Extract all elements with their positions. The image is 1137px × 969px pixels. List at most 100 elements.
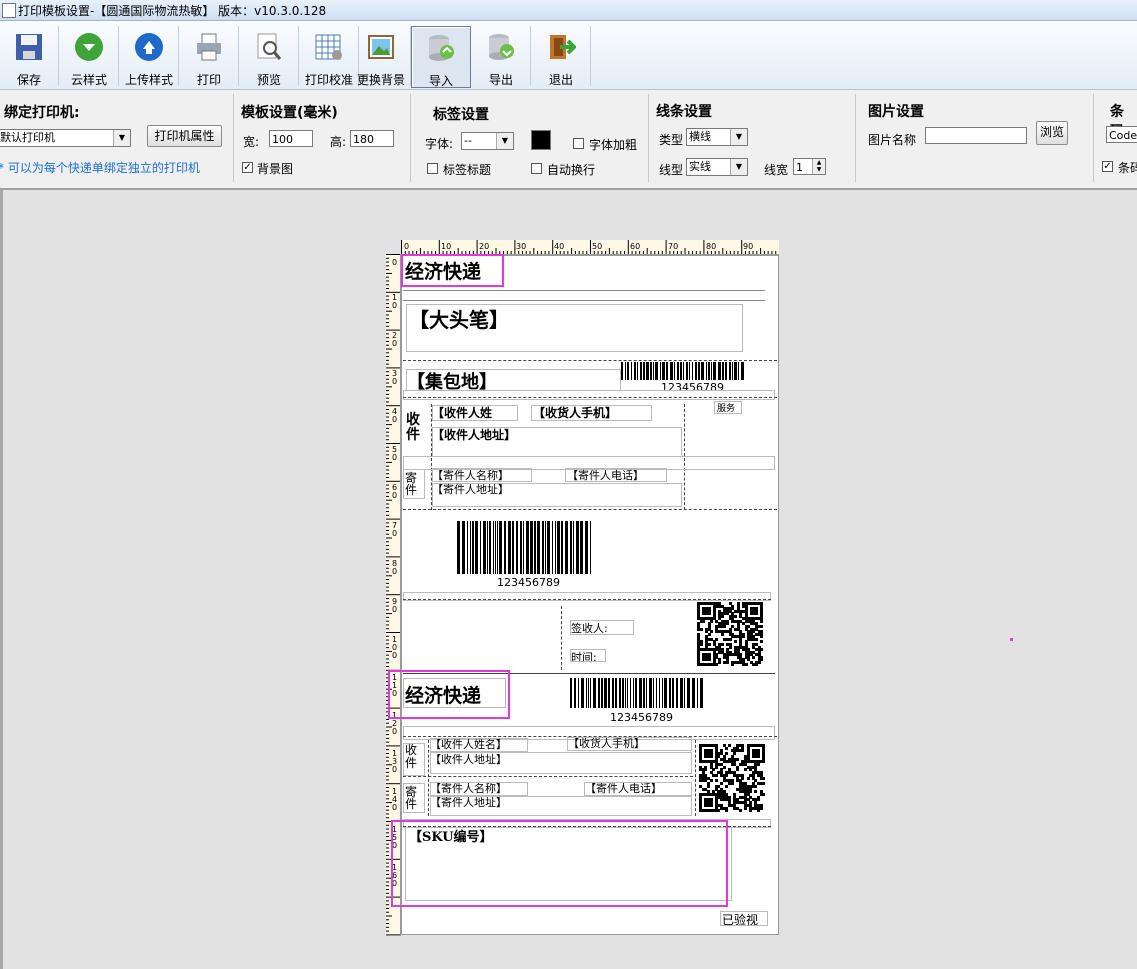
browse-button[interactable]: 浏览 bbox=[1036, 121, 1068, 145]
qr-module bbox=[752, 655, 756, 659]
field-box bbox=[403, 783, 425, 813]
line-type-select[interactable]: 横线 ▼ bbox=[686, 128, 748, 146]
ruler-tick-label: 4 0 bbox=[392, 407, 398, 424]
barcode-check-label: 条码 bbox=[1118, 161, 1137, 175]
barcode-bar bbox=[686, 362, 688, 380]
auto-wrap-checkbox[interactable] bbox=[531, 163, 542, 174]
background-checkbox[interactable]: ✓ bbox=[242, 162, 253, 173]
cloud-style-button[interactable]: 云样式 bbox=[60, 26, 119, 87]
barcode-bar bbox=[655, 362, 658, 380]
divider bbox=[403, 360, 777, 361]
height-input[interactable]: 180 bbox=[350, 130, 394, 147]
barcode-bar bbox=[520, 521, 522, 574]
qr-module bbox=[738, 809, 742, 813]
barcode-bar bbox=[516, 521, 518, 574]
printer-select[interactable]: 默认打印机 ▼ bbox=[0, 129, 131, 147]
divider bbox=[403, 290, 765, 291]
import-button[interactable]: 导入 bbox=[411, 26, 471, 88]
barcode-bar bbox=[590, 678, 591, 708]
barcode-bar bbox=[734, 362, 737, 380]
barcode-bar bbox=[677, 362, 679, 380]
qr-module bbox=[730, 782, 734, 786]
barcode-main[interactable] bbox=[457, 521, 592, 574]
bold-checkbox[interactable] bbox=[573, 138, 584, 149]
qr-module bbox=[743, 806, 747, 810]
qr-module bbox=[726, 622, 730, 626]
preview-button[interactable]: 预览 bbox=[240, 26, 299, 87]
divider bbox=[403, 397, 777, 398]
qr-module bbox=[706, 784, 710, 788]
image-name-input[interactable] bbox=[925, 127, 1027, 144]
ruler-tick-label: 1 4 0 bbox=[392, 787, 398, 812]
barcode-bar bbox=[604, 678, 607, 708]
font-color-swatch[interactable] bbox=[531, 130, 551, 150]
barcode-bar bbox=[555, 521, 556, 574]
qr-module bbox=[735, 757, 739, 761]
width-input[interactable]: 100 bbox=[269, 130, 313, 147]
barcode-bar bbox=[608, 678, 610, 708]
save-button[interactable]: 保存 bbox=[0, 26, 59, 87]
barcode-bar bbox=[630, 678, 631, 708]
cloud-style-label: 云样式 bbox=[70, 73, 107, 87]
barcode-bar bbox=[499, 521, 502, 574]
change-background-button[interactable]: 更换背景 bbox=[352, 26, 411, 87]
export-button[interactable]: 导出 bbox=[472, 26, 531, 87]
big-head-field[interactable]: 【大头笔】 bbox=[409, 304, 509, 333]
calibrate-grid-icon bbox=[315, 34, 342, 60]
tag-title-checkbox[interactable] bbox=[427, 163, 438, 174]
qr-module bbox=[728, 744, 732, 747]
printer-props-button[interactable]: 打印机属性 bbox=[147, 125, 222, 147]
field-box bbox=[570, 649, 606, 662]
line-width-stepper[interactable]: 1 ▲ ▼ bbox=[793, 158, 826, 175]
barcode-bar bbox=[472, 521, 474, 574]
barcode-bar bbox=[660, 362, 661, 380]
barcode-bar bbox=[615, 678, 617, 708]
print-button[interactable]: 打印 bbox=[180, 26, 239, 87]
barcode-bar bbox=[653, 678, 654, 708]
barcode-bar bbox=[561, 521, 563, 574]
barcode-bar bbox=[621, 362, 623, 380]
qr-module bbox=[762, 792, 766, 796]
barcode-bar bbox=[504, 521, 506, 574]
qr-code[interactable] bbox=[697, 602, 764, 667]
barcode-bar bbox=[627, 362, 629, 380]
exit-button[interactable]: 退出 bbox=[532, 26, 591, 87]
font-select[interactable]: -- ▼ bbox=[461, 132, 514, 150]
divider bbox=[561, 606, 562, 670]
floppy-disk-icon bbox=[16, 34, 42, 60]
save-label: 保存 bbox=[16, 73, 41, 87]
qr-code[interactable] bbox=[699, 744, 766, 813]
spinner-arrows-icon[interactable]: ▲ ▼ bbox=[812, 159, 825, 174]
barcode-small[interactable] bbox=[570, 678, 704, 708]
line-style-select[interactable]: 实线 ▼ bbox=[686, 158, 748, 176]
receive-mark: 收件 bbox=[406, 412, 420, 443]
qr-module bbox=[735, 768, 739, 772]
field-box bbox=[567, 737, 692, 751]
ruler-tick-label: 9 0 bbox=[392, 597, 398, 614]
qr-module bbox=[760, 625, 764, 629]
calibrate-button[interactable]: 打印校准 bbox=[300, 26, 359, 87]
qr-module bbox=[707, 642, 711, 646]
barcode-bar bbox=[487, 521, 488, 574]
database-import-icon bbox=[429, 35, 454, 61]
qr-module bbox=[760, 648, 764, 652]
barcode-bar bbox=[656, 678, 657, 708]
line-style-label: 线型 bbox=[659, 163, 684, 177]
cloud-upload-icon bbox=[135, 33, 163, 61]
qr-module bbox=[720, 782, 724, 786]
inspected-label[interactable]: 已验视 bbox=[722, 911, 758, 928]
barcode-bar bbox=[581, 678, 584, 708]
qr-module bbox=[741, 749, 745, 753]
field-box bbox=[430, 796, 692, 816]
barcode-bar bbox=[732, 362, 733, 380]
ruler-tick-label: 0 bbox=[392, 258, 398, 267]
qr-module bbox=[722, 765, 726, 769]
qr-module bbox=[760, 658, 764, 662]
barcode-type-select[interactable]: Code1 bbox=[1106, 126, 1137, 143]
service-label[interactable]: 服务 bbox=[717, 401, 735, 414]
barcode-small[interactable] bbox=[621, 362, 745, 380]
upload-style-button[interactable]: 上传样式 bbox=[120, 26, 179, 87]
qr-module bbox=[757, 660, 761, 664]
printer-group-title: 绑定打印机: bbox=[4, 105, 80, 121]
barcode-checkbox[interactable]: ✓ bbox=[1102, 161, 1113, 172]
